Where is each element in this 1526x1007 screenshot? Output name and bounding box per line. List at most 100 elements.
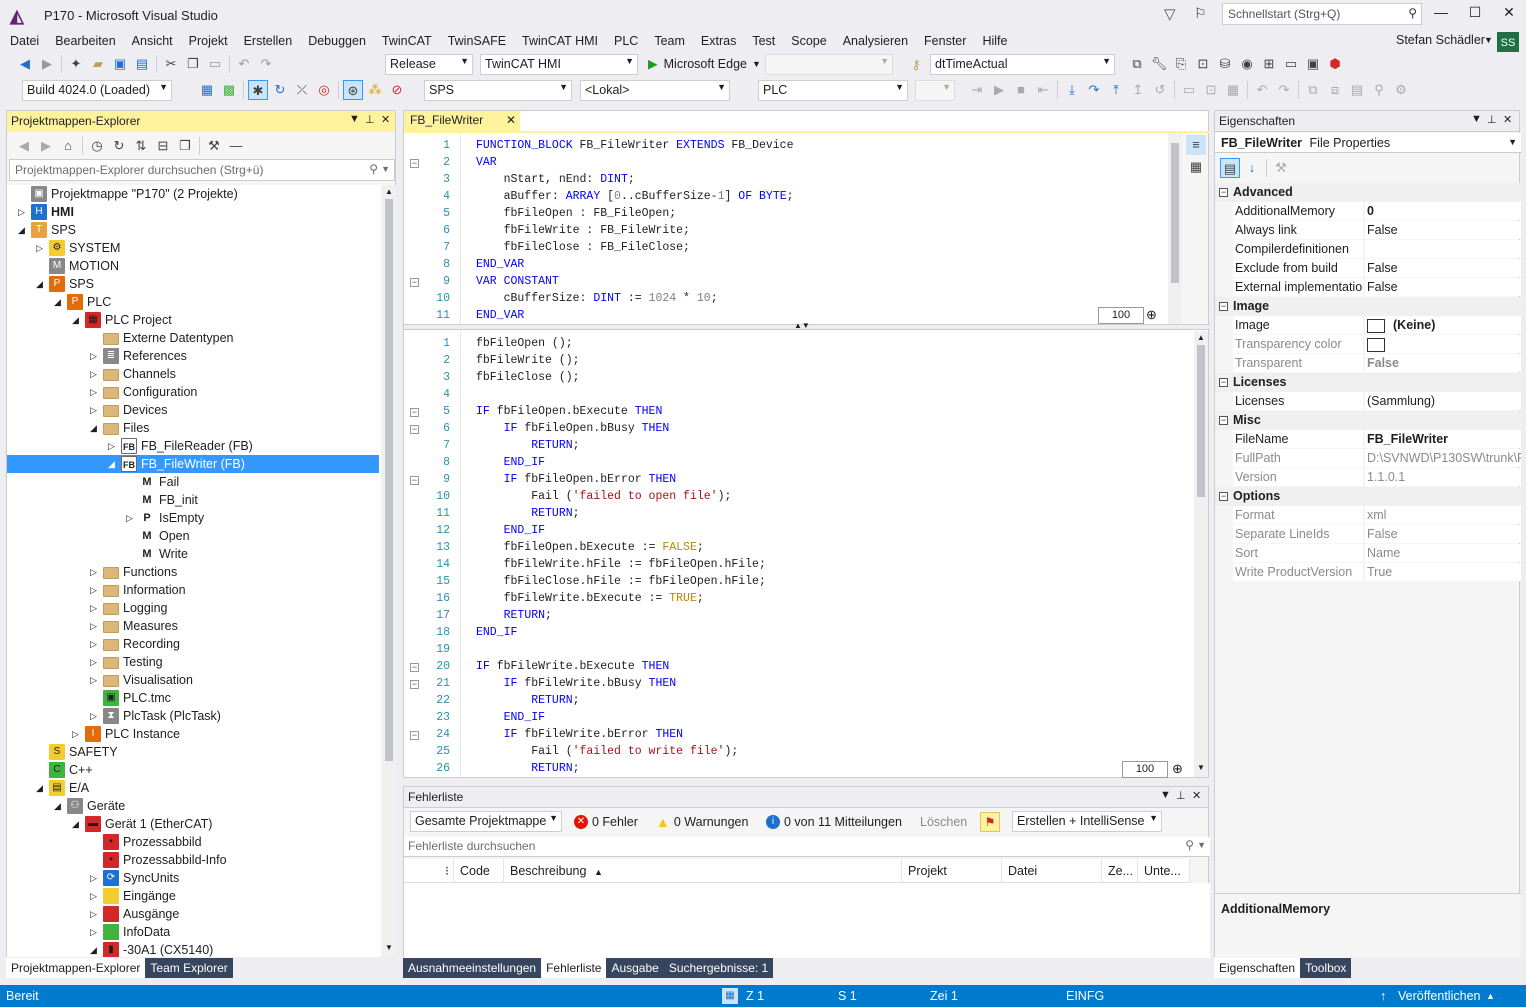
panel-dropdown-icon[interactable]: ▼ bbox=[349, 113, 360, 125]
undo-history-icon[interactable]: ↶ bbox=[1252, 80, 1272, 100]
new-project-icon[interactable]: ✦ bbox=[66, 54, 86, 74]
property-row[interactable]: Always link False bbox=[1215, 221, 1521, 240]
property-row[interactable]: Transparency color bbox=[1215, 335, 1521, 354]
step-into-icon[interactable]: ⤓ bbox=[1062, 80, 1082, 100]
property-row[interactable]: Licenses (Sammlung) bbox=[1215, 392, 1521, 411]
code-line[interactable]: fbFileWrite.hFile := fbFileOpen.hFile; bbox=[476, 558, 766, 571]
user-name[interactable]: Stefan Schädler bbox=[1396, 33, 1485, 47]
start-debugging-button[interactable]: ▶ Microsoft Edge ▼ bbox=[648, 56, 761, 72]
redo-icon[interactable]: ↷ bbox=[256, 54, 276, 74]
save-icon[interactable]: ▣ bbox=[110, 54, 130, 74]
scroll-down-icon[interactable]: ▼ bbox=[385, 943, 393, 952]
target-system-select[interactable]: SPS ▼ bbox=[424, 80, 572, 101]
column-description[interactable]: Beschreibung ▲ bbox=[504, 859, 902, 883]
expanded-arrow-icon[interactable]: ◢ bbox=[18, 221, 28, 239]
property-object-select[interactable]: FB_FileWriter File Properties ▼ bbox=[1215, 133, 1521, 153]
tree-item[interactable]: ▷ InfoData bbox=[7, 923, 379, 941]
tree-item[interactable]: ◢ T SPS bbox=[7, 221, 379, 239]
code-line[interactable]: RETURN; bbox=[476, 439, 579, 452]
tree-item[interactable]: ▣ Projektmappe "P170" (2 Projekte) bbox=[7, 185, 379, 203]
expanded-arrow-icon[interactable]: ◢ bbox=[72, 311, 82, 329]
undo-icon[interactable]: ↶ bbox=[234, 54, 254, 74]
tree-item[interactable]: ▷ FB FB_FileReader (FB) bbox=[7, 437, 379, 455]
property-row[interactable]: Compilerdefinitionen bbox=[1215, 240, 1521, 259]
tree-item[interactable]: ▷ Configuration bbox=[7, 383, 379, 401]
fold-toggle-icon[interactable]: − bbox=[410, 476, 419, 485]
property-category[interactable]: − Advanced bbox=[1215, 183, 1521, 202]
collapsed-arrow-icon[interactable]: ▷ bbox=[108, 437, 118, 455]
declaration-pane[interactable]: 1 FUNCTION_BLOCK FB_FileWriter EXTENDS FB… bbox=[404, 133, 1184, 325]
categorized-icon[interactable]: ▤ bbox=[1220, 158, 1240, 178]
code-line[interactable]: aBuffer: ARRAY [0..cBufferSize-1] OF BYT… bbox=[476, 190, 794, 203]
close-icon[interactable]: ✕ bbox=[1192, 789, 1201, 802]
login-icon[interactable]: ⇥ bbox=[967, 80, 987, 100]
column-line[interactable]: Ze... bbox=[1102, 859, 1138, 883]
code-line[interactable]: fbFileClose.hFile := fbFileOpen.hFile; bbox=[476, 575, 766, 588]
preview-icon[interactable]: — bbox=[226, 136, 246, 156]
plc-project-select[interactable]: PLC ▼ bbox=[758, 80, 908, 101]
notification-filter-icon[interactable]: ▽ bbox=[1164, 5, 1176, 23]
collapsed-arrow-icon[interactable]: ▷ bbox=[72, 725, 82, 743]
user-dropdown-icon[interactable]: ▼ bbox=[1484, 35, 1493, 45]
expanded-arrow-icon[interactable]: ◢ bbox=[36, 275, 46, 293]
code-line[interactable]: END_IF bbox=[476, 626, 517, 639]
property-row[interactable]: Version 1.1.0.1 bbox=[1215, 468, 1521, 487]
close-icon[interactable]: ✕ bbox=[381, 113, 390, 126]
collapsed-arrow-icon[interactable]: ▷ bbox=[90, 923, 100, 941]
collapsed-arrow-icon[interactable]: ▷ bbox=[90, 653, 100, 671]
tree-item[interactable]: ◢ ▤ E/A bbox=[7, 779, 379, 797]
collapse-all-icon[interactable]: ⊟ bbox=[153, 136, 173, 156]
menu-erstellen[interactable]: Erstellen bbox=[236, 30, 301, 52]
code-line[interactable]: IF fbFileWrite.bBusy THEN bbox=[476, 677, 677, 690]
menu-datei[interactable]: Datei bbox=[2, 30, 47, 52]
property-row[interactable]: External implementation False bbox=[1215, 278, 1521, 297]
menu-twinsafe[interactable]: TwinSAFE bbox=[440, 30, 514, 52]
tree-item[interactable]: ▷ Ausgänge bbox=[7, 905, 379, 923]
fold-toggle-icon[interactable]: − bbox=[410, 425, 419, 434]
zoom-icon[interactable]: ⊕ bbox=[1146, 307, 1157, 323]
tree-item[interactable]: ◢ P PLC bbox=[7, 293, 379, 311]
tree-item[interactable]: M Open bbox=[7, 527, 379, 545]
pin-icon[interactable]: ⊥ bbox=[1176, 789, 1186, 802]
reload-icon[interactable]: ◎ bbox=[314, 80, 334, 100]
quick-launch-input[interactable]: Schnellstart (Strg+Q) ⚲ bbox=[1222, 3, 1422, 25]
forward-icon[interactable]: ▶ bbox=[37, 54, 57, 74]
tree-item[interactable]: ◢ P SPS bbox=[7, 275, 379, 293]
alphabetical-icon[interactable]: ↓ bbox=[1242, 158, 1262, 178]
property-row[interactable]: Write ProductVersion True bbox=[1215, 563, 1521, 582]
display-icon[interactable]: ▣ bbox=[1303, 54, 1323, 74]
publish-button[interactable]: Veröffentlichen bbox=[1398, 985, 1480, 1007]
tree-item[interactable]: ▷ Measures bbox=[7, 617, 379, 635]
save-all-icon[interactable]: ▤ bbox=[132, 54, 152, 74]
redo-history-icon[interactable]: ↷ bbox=[1274, 80, 1294, 100]
menu-hilfe[interactable]: Hilfe bbox=[974, 30, 1015, 52]
tree-item[interactable]: ▷ P IsEmpty bbox=[7, 509, 379, 527]
collapsed-arrow-icon[interactable]: ▷ bbox=[90, 635, 100, 653]
breakpoint-icon[interactable]: ▭ bbox=[1179, 80, 1199, 100]
collapsed-arrow-icon[interactable]: ▷ bbox=[90, 365, 100, 383]
layout-icon[interactable]: ▤ bbox=[1347, 80, 1367, 100]
collapsed-arrow-icon[interactable]: ▷ bbox=[90, 887, 100, 905]
tree-item[interactable]: Externe Datentypen bbox=[7, 329, 379, 347]
color-swatch[interactable] bbox=[1367, 318, 1385, 333]
properties-header[interactable]: Eigenschaften ▼ ⊥ ✕ bbox=[1215, 111, 1519, 132]
errors-filter-button[interactable]: ✕ 0 Fehler bbox=[574, 811, 638, 833]
code-line[interactable]: FUNCTION_BLOCK FB_FileWriter EXTENDS FB_… bbox=[476, 139, 793, 152]
step-over-icon[interactable]: ↷ bbox=[1084, 80, 1104, 100]
sync-icon[interactable]: ⇅ bbox=[131, 136, 151, 156]
pin-icon[interactable]: ⊥ bbox=[365, 113, 375, 126]
tree-item[interactable]: ▷ ⧗ PlcTask (PlcTask) bbox=[7, 707, 379, 725]
scan-devices-icon[interactable]: ⁂ bbox=[365, 80, 385, 100]
tree-item[interactable]: M Fail bbox=[7, 473, 379, 491]
menu-projekt[interactable]: Projekt bbox=[181, 30, 236, 52]
property-row[interactable]: Format xml bbox=[1215, 506, 1521, 525]
panel-dropdown-icon[interactable]: ▼ bbox=[1160, 789, 1171, 801]
tree-item[interactable]: ▷ Functions bbox=[7, 563, 379, 581]
pane-splitter[interactable]: ▲▼ bbox=[404, 321, 1210, 330]
collapsed-arrow-icon[interactable]: ▷ bbox=[90, 599, 100, 617]
collapsed-arrow-icon[interactable]: ▷ bbox=[90, 581, 100, 599]
fold-toggle-icon[interactable]: − bbox=[410, 680, 419, 689]
tab-output[interactable]: Ausgabe bbox=[606, 958, 664, 978]
property-category[interactable]: − Licenses bbox=[1215, 373, 1521, 392]
collapsed-arrow-icon[interactable]: ▷ bbox=[90, 707, 100, 725]
